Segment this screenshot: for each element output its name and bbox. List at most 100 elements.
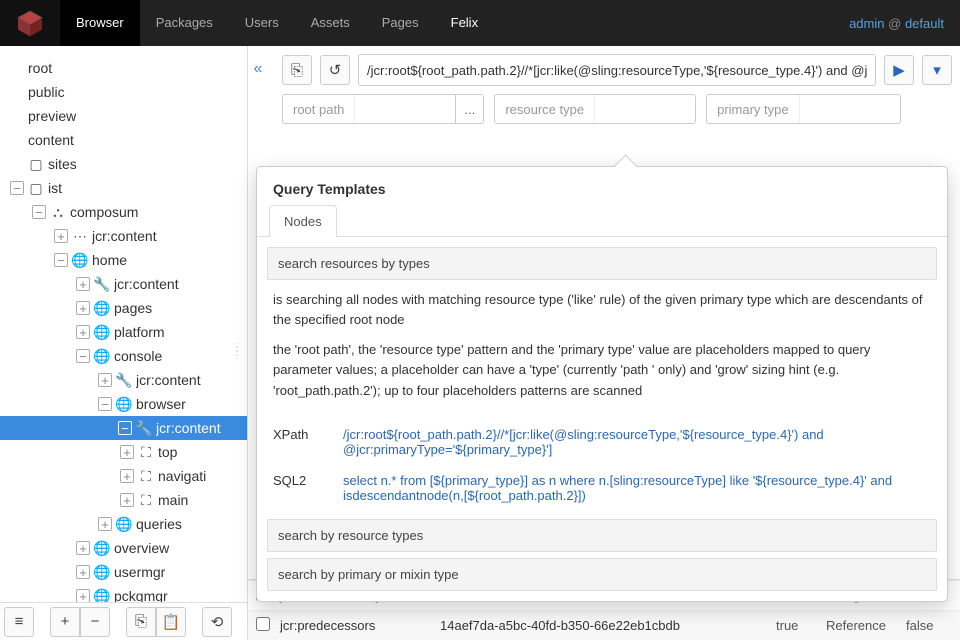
nav-assets[interactable]: Assets <box>295 0 366 46</box>
resize-handle[interactable]: ⋮⋮⋮ <box>232 346 243 358</box>
paste-button[interactable]: 📋 <box>156 607 186 637</box>
cubes-icon: ⛶ <box>138 492 154 509</box>
login-user: admin <box>849 16 884 31</box>
tree-node[interactable]: +🌐pages <box>74 296 247 320</box>
primary-type-field[interactable]: primary type <box>706 94 901 124</box>
collapse-icon[interactable]: − <box>54 253 68 267</box>
content-icon: ⋯ <box>72 228 88 245</box>
tree-node[interactable]: −⛬composum <box>30 200 247 224</box>
sql2-value[interactable]: select n.* from [${primary_type}] as n w… <box>343 473 931 503</box>
remove-button[interactable]: − <box>80 607 110 637</box>
root-path-picker[interactable]: ... <box>455 95 483 123</box>
expand-icon[interactable]: + <box>98 373 112 387</box>
section-header[interactable]: search resources by types <box>267 247 937 280</box>
nav-felix[interactable]: Felix <box>435 0 494 46</box>
globe-icon: 🌐 <box>94 588 110 603</box>
tree-node[interactable]: content <box>8 128 247 152</box>
tree-node[interactable]: +🌐usermgr <box>74 560 247 584</box>
tree-node[interactable]: +🔧jcr:content <box>74 272 247 296</box>
expand-icon[interactable]: + <box>98 517 112 531</box>
expand-icon[interactable]: + <box>76 565 90 579</box>
tree-node-selected[interactable]: −🔧jcr:content <box>0 416 247 440</box>
expand-icon[interactable]: + <box>76 589 90 602</box>
cubes-icon: ⛶ <box>138 468 154 485</box>
cube-icon <box>14 7 46 39</box>
globe-icon: 🌐 <box>94 324 110 341</box>
section-description: the 'root path', the 'resource type' pat… <box>273 340 931 400</box>
copy-query-button[interactable]: ⎘ <box>282 55 312 85</box>
wrench-icon: 🔧 <box>116 372 132 389</box>
table-row[interactable]: jcr:predecessors 14aef7da-a5bc-40fd-b350… <box>248 610 960 640</box>
tree-node[interactable]: +⛶main <box>118 488 247 512</box>
tree-node[interactable]: −🌐console <box>74 344 247 368</box>
sql2-label: SQL2 <box>273 473 323 503</box>
expand-icon[interactable]: + <box>76 301 90 315</box>
expand-icon[interactable]: + <box>76 277 90 291</box>
tree-node[interactable]: −▢ist <box>8 176 247 200</box>
query-templates-popover: Query Templates Nodes search resources b… <box>256 166 948 602</box>
tree-node[interactable]: +⛶top <box>118 440 247 464</box>
execute-button[interactable]: ▶ <box>884 55 914 85</box>
section-header[interactable]: search by primary or mixin type <box>267 558 937 591</box>
tree-node[interactable]: +🔧jcr:content <box>96 368 247 392</box>
collapse-icon[interactable]: − <box>118 421 132 435</box>
history-button[interactable]: ↺ <box>320 55 350 85</box>
sitemap-icon: ⛬ <box>50 204 66 221</box>
refresh-button[interactable]: ⟲ <box>202 607 232 637</box>
globe-icon: 🌐 <box>94 540 110 557</box>
brand-logo[interactable] <box>0 0 60 46</box>
collapse-icon[interactable]: − <box>32 205 46 219</box>
globe-icon: 🌐 <box>116 396 132 413</box>
query-input[interactable] <box>358 54 876 86</box>
wrench-icon: 🔧 <box>136 420 152 437</box>
expand-icon[interactable]: + <box>120 493 134 507</box>
tree: root public preview content ▢sites −▢ist… <box>0 46 247 602</box>
xpath-value[interactable]: /jcr:root${root_path.path.2}//*[jcr:like… <box>343 427 931 457</box>
tree-node[interactable]: +🌐overview <box>74 536 247 560</box>
tree-node[interactable]: −🌐home <box>52 248 247 272</box>
expand-icon[interactable]: + <box>120 445 134 459</box>
add-button[interactable]: + <box>50 607 80 637</box>
globe-icon: 🌐 <box>116 516 132 533</box>
section-description: is searching all nodes with matching res… <box>273 290 931 330</box>
expand-icon[interactable]: + <box>120 469 134 483</box>
globe-icon: 🌐 <box>94 564 110 581</box>
tree-node[interactable]: +⋯jcr:content <box>52 224 247 248</box>
login-info[interactable]: admin @ default <box>833 16 960 31</box>
row-checkbox[interactable] <box>256 617 270 631</box>
collapse-sidebar-icon[interactable]: « <box>248 54 268 84</box>
tree-node[interactable]: +🌐platform <box>74 320 247 344</box>
tree-node[interactable]: root <box>8 56 247 80</box>
tree-node[interactable]: preview <box>8 104 247 128</box>
collapse-icon[interactable]: − <box>76 349 90 363</box>
collapse-icon[interactable]: − <box>10 181 24 195</box>
expand-icon[interactable]: + <box>54 229 68 243</box>
nav-browser[interactable]: Browser <box>60 0 140 46</box>
globe-icon: 🌐 <box>94 348 110 365</box>
tree-node[interactable]: −🌐browser <box>96 392 247 416</box>
popover-title: Query Templates <box>257 167 947 205</box>
tree-node[interactable]: +🌐pckgmgr <box>74 584 247 602</box>
menu-button[interactable]: ≡ <box>4 607 34 637</box>
resource-type-field[interactable]: resource type <box>494 94 696 124</box>
tree-node[interactable]: public <box>8 80 247 104</box>
sidebar: root public preview content ▢sites −▢ist… <box>0 46 248 640</box>
copy-button[interactable]: ⎘ <box>126 607 156 637</box>
root-path-field[interactable]: root path ... <box>282 94 484 124</box>
tree-node[interactable]: +⛶navigati <box>118 464 247 488</box>
nav-users[interactable]: Users <box>229 0 295 46</box>
nav-pages[interactable]: Pages <box>366 0 435 46</box>
globe-icon: 🌐 <box>72 252 88 269</box>
globe-icon: 🌐 <box>94 300 110 317</box>
folder-icon: ▢ <box>28 180 44 197</box>
nav-packages[interactable]: Packages <box>140 0 229 46</box>
collapse-icon[interactable]: − <box>98 397 112 411</box>
tree-node[interactable]: ▢sites <box>8 152 247 176</box>
tree-node[interactable]: +🌐queries <box>96 512 247 536</box>
expand-icon[interactable]: + <box>76 325 90 339</box>
top-nav: Browser Packages Users Assets Pages Feli… <box>0 0 960 46</box>
filter-button[interactable]: ▾ <box>922 55 952 85</box>
tab-nodes[interactable]: Nodes <box>269 205 337 237</box>
section-header[interactable]: search by resource types <box>267 519 937 552</box>
expand-icon[interactable]: + <box>76 541 90 555</box>
